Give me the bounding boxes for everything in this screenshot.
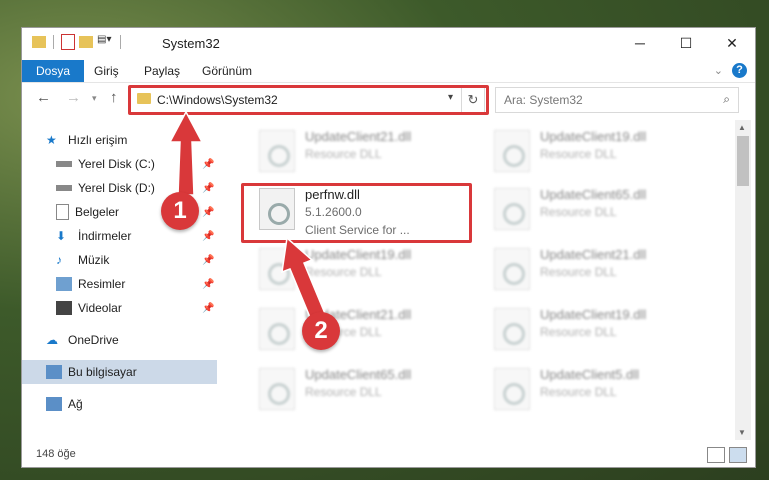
step-1-badge: 1 xyxy=(161,192,199,230)
annotation-arrows xyxy=(168,110,327,323)
step-2-badge: 2 xyxy=(302,312,340,350)
arrow-up-1 xyxy=(168,110,204,196)
arrow-up-2 xyxy=(281,236,327,323)
